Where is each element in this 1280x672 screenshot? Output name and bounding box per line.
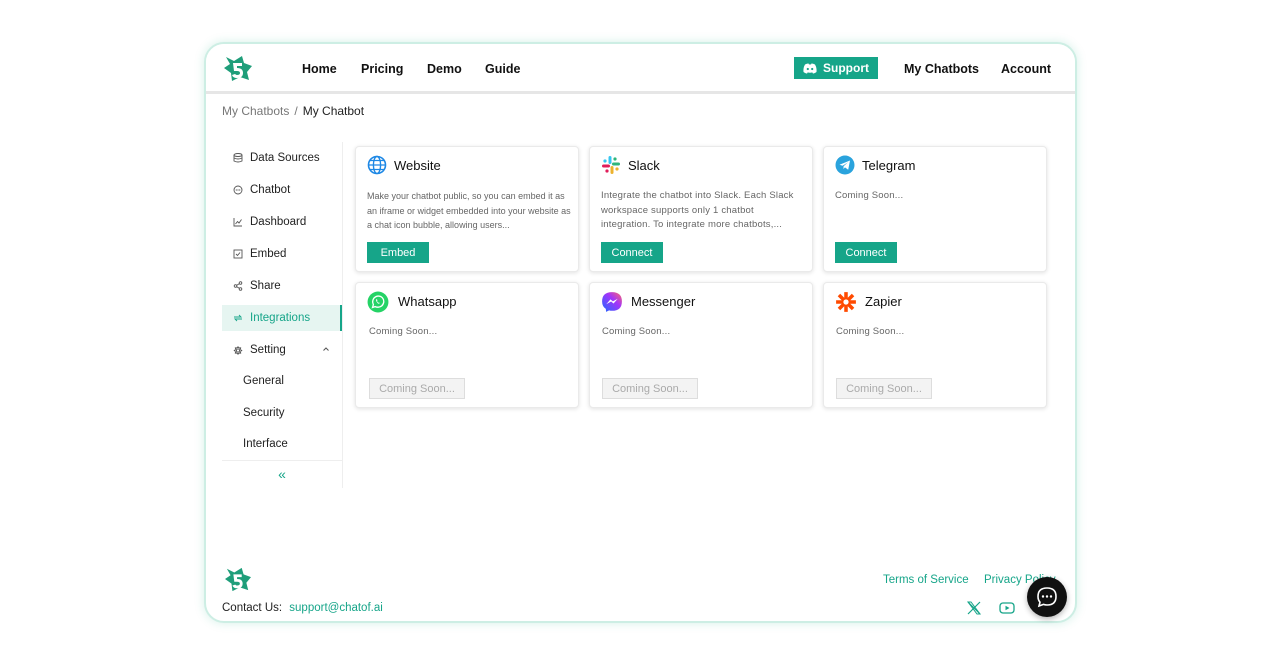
discord-icon [803, 62, 817, 74]
sidebar-item-label: Dashboard [250, 216, 307, 228]
sidebar-item-label: Setting [250, 344, 286, 356]
integration-card-website: Website Make your chatbot public, so you… [355, 146, 579, 272]
messenger-icon [602, 292, 622, 312]
contact-us: Contact Us: support@chatof.ai [222, 602, 383, 614]
card-description: Integrate the chatbot into Slack. Each S… [601, 190, 794, 230]
card-description: Coming Soon... [835, 190, 904, 201]
zapier-icon [836, 292, 856, 312]
nav-my-chatbots[interactable]: My Chatbots [904, 44, 979, 94]
messenger-coming-soon-button: Coming Soon... [602, 378, 698, 399]
sidebar-item-label: Integrations [250, 312, 311, 324]
collapse-sidebar-button[interactable]: « [222, 460, 342, 486]
breadcrumb-current: My Chatbot [302, 104, 365, 118]
double-chevron-left-icon: « [278, 465, 286, 482]
sidebar-item-label: Chatbot [250, 184, 291, 196]
chat-widget-button[interactable] [1027, 577, 1067, 617]
slack-connect-button[interactable]: Connect [601, 242, 663, 263]
nav-pricing[interactable]: Pricing [361, 44, 403, 94]
support-button[interactable]: Support [794, 57, 878, 79]
sidebar-item-integrations[interactable]: Integrations [222, 305, 342, 331]
telegram-connect-button[interactable]: Connect [835, 242, 897, 263]
chevron-up-icon [322, 344, 330, 356]
card-title: Zapier [865, 294, 902, 309]
integration-card-telegram: Telegram Coming Soon... Connect [823, 146, 1047, 272]
sidebar-subitem-interface[interactable]: Interface [243, 434, 288, 454]
card-title: Messenger [631, 294, 696, 309]
youtube-icon[interactable] [999, 600, 1015, 616]
sidebar-item-label: Share [250, 280, 281, 292]
integration-card-slack: Slack Integrate the chatbot into Slack. … [589, 146, 813, 272]
card-description: Coming Soon... [369, 326, 438, 337]
sidebar-item-share[interactable]: Share [222, 273, 342, 299]
card-title: Slack [628, 158, 660, 173]
share-icon [233, 281, 243, 291]
embed-icon [233, 249, 243, 259]
nav-demo[interactable]: Demo [427, 44, 462, 94]
support-email-link[interactable]: support@chatof.ai [289, 602, 383, 614]
chat-bubble-icon [1037, 587, 1057, 608]
breadcrumb-parent[interactable]: My Chatbots [222, 104, 289, 118]
breadcrumb: My Chatbots / My Chatbot [222, 104, 364, 118]
nav-guide[interactable]: Guide [485, 44, 520, 94]
breadcrumb-separator: / [294, 104, 298, 118]
zapier-coming-soon-button: Coming Soon... [836, 378, 932, 399]
database-icon [233, 153, 243, 163]
card-description: Coming Soon... [836, 326, 905, 337]
sidebar-item-embed[interactable]: Embed [222, 241, 342, 267]
chatof-logo[interactable] [222, 54, 254, 82]
sidebar-item-setting[interactable]: Setting [222, 337, 342, 363]
whatsapp-coming-soon-button: Coming Soon... [369, 378, 465, 399]
sidebar-item-chatbot[interactable]: Chatbot [222, 177, 342, 203]
integration-card-whatsapp: Whatsapp Coming Soon... Coming Soon... [355, 282, 579, 408]
sidebar-item-data-sources[interactable]: Data Sources [222, 145, 342, 171]
contact-label: Contact Us: [222, 602, 283, 614]
gear-icon [233, 345, 243, 355]
sidebar-subitem-security[interactable]: Security [243, 403, 285, 423]
terms-of-service-link[interactable]: Terms of Service [883, 574, 969, 586]
slack-icon [602, 156, 620, 174]
whatsapp-icon [367, 291, 389, 313]
chart-icon [233, 217, 243, 227]
top-header: Home Pricing Demo Guide Support My Chatb… [206, 44, 1075, 94]
card-title: Telegram [862, 158, 916, 173]
telegram-icon [835, 155, 855, 175]
support-label: Support [823, 61, 869, 75]
sidebar-item-dashboard[interactable]: Dashboard [222, 209, 342, 235]
card-title: Website [394, 158, 441, 173]
globe-icon [367, 155, 387, 175]
app-window: Home Pricing Demo Guide Support My Chatb… [204, 42, 1077, 623]
x-twitter-icon[interactable] [966, 600, 982, 616]
footer-logo[interactable] [222, 566, 254, 592]
card-description: Make your chatbot public, so you can emb… [367, 191, 571, 230]
integration-card-zapier: Zapier Coming Soon... Coming Soon... [823, 282, 1047, 408]
sidebar-item-label: Embed [250, 248, 287, 260]
integration-card-messenger: Messenger Coming Soon... Coming Soon... [589, 282, 813, 408]
sidebar-item-label: Data Sources [250, 152, 320, 164]
nav-account[interactable]: Account [1001, 44, 1051, 94]
sidebar: Data Sources Chatbot Dashboard Embed Sha… [222, 142, 343, 488]
sidebar-subitem-general[interactable]: General [243, 371, 284, 391]
card-description: Coming Soon... [602, 326, 671, 337]
nav-home[interactable]: Home [302, 44, 337, 94]
card-title: Whatsapp [398, 294, 457, 309]
embed-button[interactable]: Embed [367, 242, 429, 263]
integrations-icon [233, 313, 243, 323]
chat-icon [233, 185, 243, 195]
